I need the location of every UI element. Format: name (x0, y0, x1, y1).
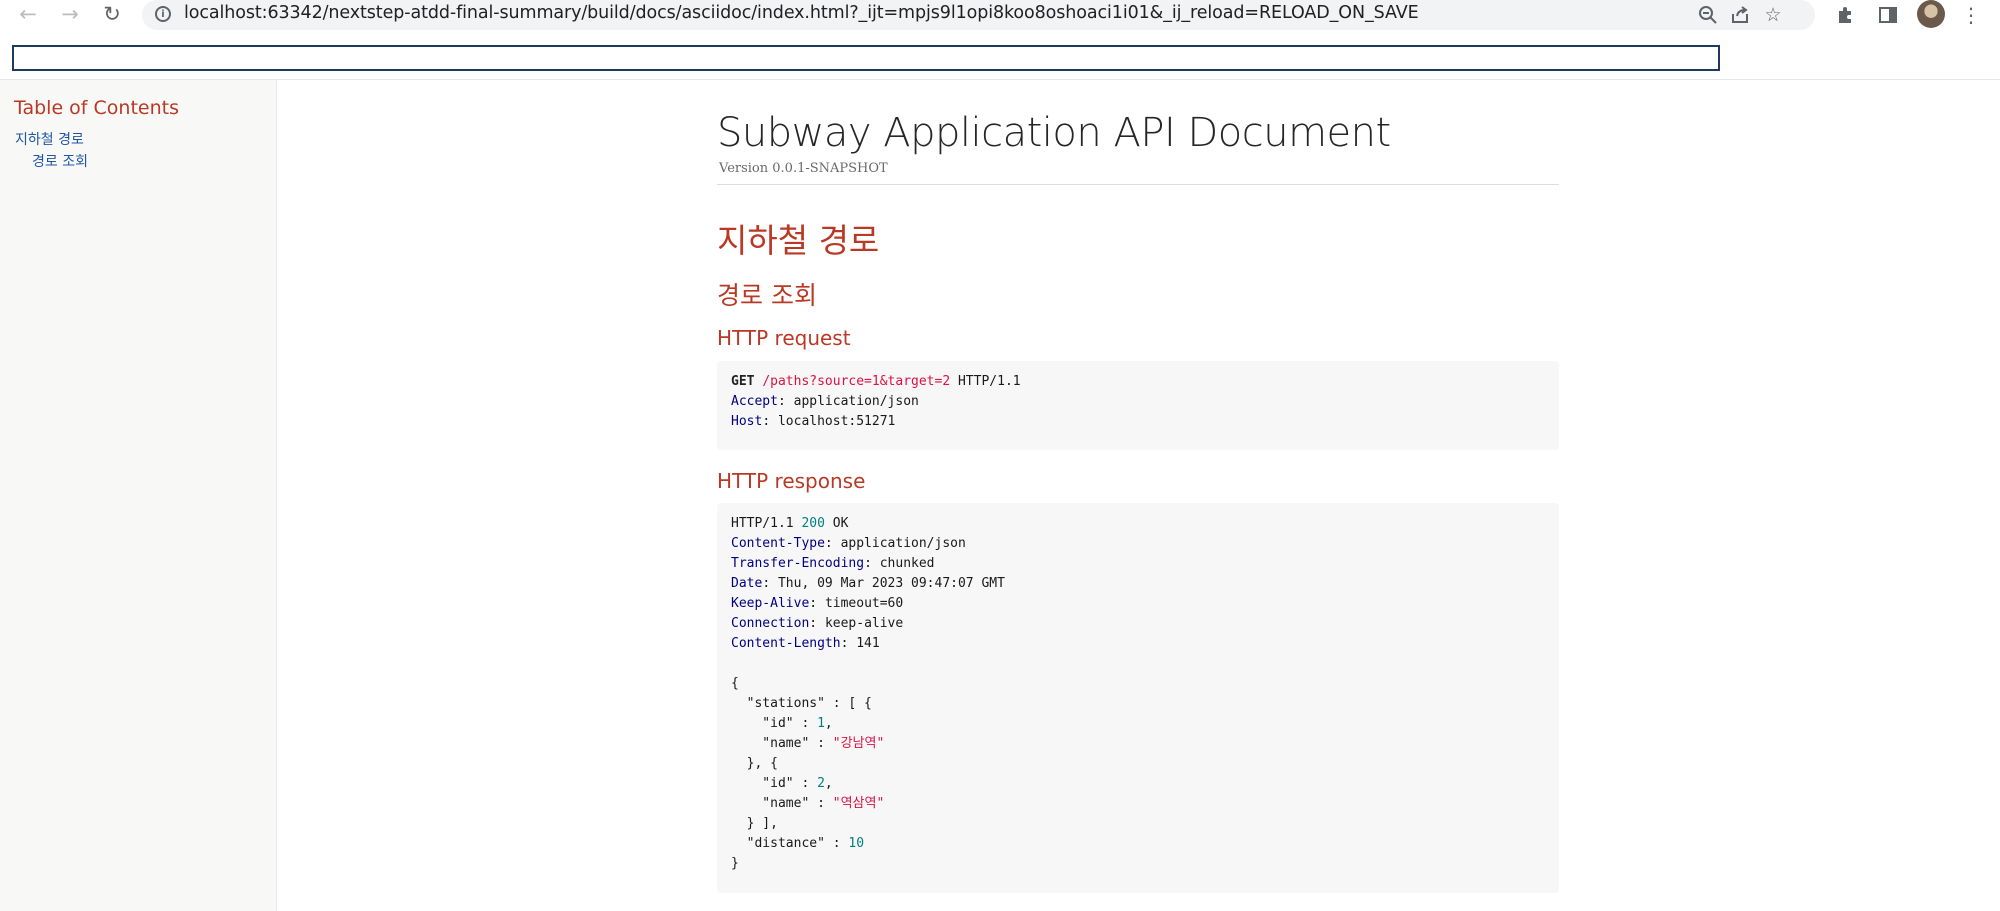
zoom-out-icon[interactable] (1695, 2, 1721, 28)
kebab-menu-icon[interactable]: ⋮ (1957, 1, 1985, 29)
toc-title: Table of Contents (14, 97, 179, 119)
back-arrow-icon[interactable]: ← (13, 0, 43, 28)
share-icon[interactable] (1727, 2, 1753, 28)
subsection-title: 경로 조회 (717, 281, 817, 310)
header-divider (717, 184, 1559, 185)
side-panel-icon[interactable] (1874, 1, 1902, 29)
toc-link-subway-path[interactable]: 지하철 경로 (15, 129, 84, 149)
request-heading: HTTP request (717, 326, 851, 350)
address-bar[interactable]: i localhost:63342/nextstep-atdd-final-su… (142, 0, 1815, 30)
http-request-code: GET /paths?source=1&target=2 HTTP/1.1 Ac… (731, 374, 1021, 429)
text-input-bar[interactable] (12, 45, 1720, 71)
table-of-contents: Table of Contents 지하철 경로 경로 조회 (0, 80, 277, 911)
toc-link-path-search[interactable]: 경로 조회 (32, 151, 88, 171)
doc-version: Version 0.0.1-SNAPSHOT (719, 161, 888, 176)
info-icon[interactable]: i (155, 6, 171, 22)
forward-arrow-icon[interactable]: → (55, 0, 85, 28)
section-title: 지하철 경로 (717, 221, 880, 260)
puzzle-icon[interactable] (1831, 1, 1859, 29)
profile-avatar[interactable] (1917, 0, 1945, 28)
divider (0, 79, 2000, 80)
star-icon[interactable]: ☆ (1760, 2, 1786, 28)
page-title: Subway Application API Document (717, 110, 1391, 156)
browser-toolbar: ← → ↻ i localhost:63342/nextstep-atdd-fi… (0, 0, 2000, 30)
http-response-block: HTTP/1.1 200 OK Content-Type: applicatio… (717, 503, 1559, 893)
reload-icon[interactable]: ↻ (97, 0, 127, 28)
response-heading: HTTP response (717, 469, 866, 493)
http-response-code: HTTP/1.1 200 OK Content-Type: applicatio… (731, 516, 1005, 871)
url-text[interactable]: localhost:63342/nextstep-atdd-final-summ… (184, 3, 1419, 23)
http-request-block: GET /paths?source=1&target=2 HTTP/1.1 Ac… (717, 361, 1559, 450)
